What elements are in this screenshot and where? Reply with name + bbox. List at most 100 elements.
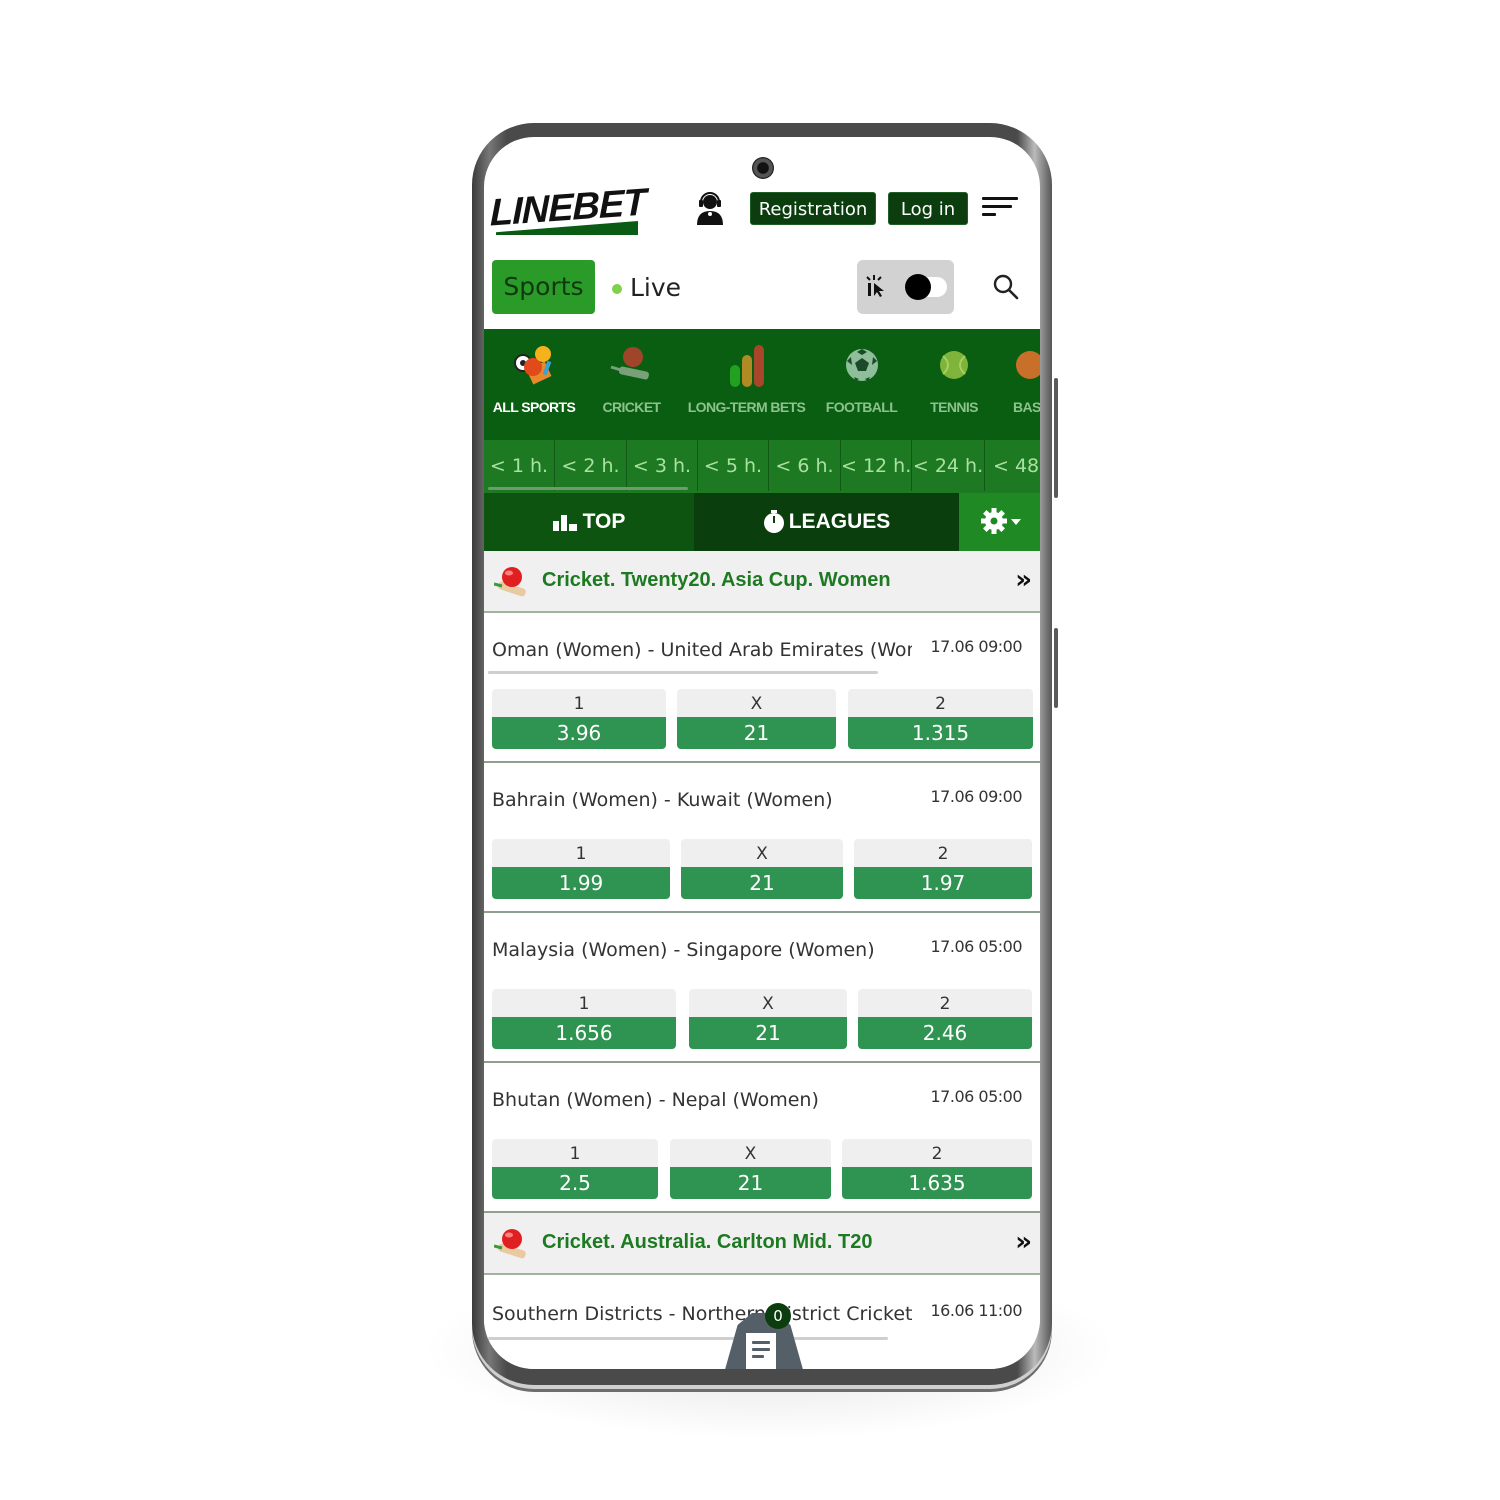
sports-tab[interactable]: Sports: [492, 260, 595, 314]
sport-label: ALL SPORTS: [492, 399, 576, 415]
odd-value: 21: [689, 1017, 847, 1049]
odd-button-1[interactable]: 1 2.5: [492, 1139, 658, 1199]
sport-item-cricket[interactable]: CRICKET: [584, 329, 679, 439]
odd-value: 1.315: [848, 717, 1033, 749]
odd-value: 3.96: [492, 717, 666, 749]
match-teams[interactable]: Bahrain (Women) - Kuwait (Women): [492, 789, 912, 811]
odd-label: 2: [858, 989, 1032, 1017]
basketball-icon: [1016, 351, 1040, 379]
odd-value: 21: [677, 717, 836, 749]
match-teams[interactable]: Malaysia (Women) - Singapore (Women): [492, 939, 912, 961]
odd-button-x[interactable]: X 21: [677, 689, 836, 749]
odd-button-2[interactable]: 2 2.46: [858, 989, 1032, 1049]
odd-button-2[interactable]: 2 1.315: [848, 689, 1033, 749]
toggle-knob: [905, 274, 931, 300]
odd-button-1[interactable]: 1 1.99: [492, 839, 670, 899]
match-teams[interactable]: Bhutan (Women) - Nepal (Women): [492, 1089, 912, 1111]
match-time: 17.06 09:00: [930, 637, 1023, 656]
linebet-logo[interactable]: LINEBET: [490, 182, 646, 235]
bet-slip-count-badge: 0: [765, 1303, 791, 1329]
double-chevron-right-icon[interactable]: »: [1015, 565, 1032, 595]
live-tab[interactable]: Live: [630, 273, 681, 302]
registration-button[interactable]: Registration: [750, 192, 876, 225]
time-filter-chip[interactable]: < 24 h.: [912, 439, 985, 491]
odd-label: 1: [492, 839, 670, 867]
time-filter-chip[interactable]: < 5 h.: [698, 439, 769, 491]
odd-value: 1.635: [842, 1167, 1032, 1199]
tab-top-label: TOP: [582, 510, 626, 533]
odd-label: X: [689, 989, 847, 1017]
match-time: 17.06 05:00: [930, 1087, 1023, 1106]
match-row[interactable]: Bhutan (Women) - Nepal (Women) 17.06 05:…: [484, 1063, 1040, 1213]
hamburger-menu-icon[interactable]: [982, 197, 1018, 221]
odd-button-x[interactable]: X 21: [689, 989, 847, 1049]
odd-button-x[interactable]: X 21: [670, 1139, 831, 1199]
trophy-stopwatch-icon: [763, 510, 784, 534]
time-filter-chip[interactable]: < 2 h.: [555, 439, 627, 491]
sport-item-tennis[interactable]: TENNIS: [909, 329, 999, 439]
sport-label: LONG-TERM BETS: [687, 399, 806, 415]
all-sports-icon: [514, 346, 552, 385]
click-mode-toggle[interactable]: [857, 260, 954, 314]
tab-top[interactable]: TOP: [484, 493, 694, 551]
odd-button-2[interactable]: 2 1.97: [854, 839, 1032, 899]
match-time: 16.06 11:00: [930, 1301, 1023, 1320]
sport-label: FOOTBALL: [825, 399, 898, 415]
match-teams[interactable]: Southern Districts - Northern District C…: [492, 1303, 912, 1325]
match-time: 17.06 05:00: [930, 937, 1023, 956]
time-filter-chip[interactable]: < 48 h: [985, 439, 1040, 491]
league-header[interactable]: Cricket. Twenty20. Asia Cup. Women »: [484, 551, 1040, 613]
time-filter-chip[interactable]: < 12 h.: [841, 439, 912, 491]
sport-item-long-term-bets[interactable]: LONG-TERM BETS: [679, 329, 814, 439]
time-filter-chip[interactable]: < 3 h.: [627, 439, 698, 491]
bet-slip-icon[interactable]: [746, 1333, 776, 1369]
league-header[interactable]: Cricket. Australia. Carlton Mid. T20 »: [484, 1213, 1040, 1275]
live-indicator-dot: [612, 284, 622, 294]
odd-label: 2: [854, 839, 1032, 867]
odd-label: X: [677, 689, 836, 717]
football-icon: [845, 349, 878, 381]
sports-category-nav: ALL SPORTS CRICKET LONG-TERM BETS FOOTBA…: [484, 329, 1040, 439]
match-time: 17.06 09:00: [930, 787, 1023, 806]
odd-value: 21: [670, 1167, 831, 1199]
view-tabs: TOP LEAGUES: [484, 493, 1040, 551]
match-row[interactable]: Oman (Women) - United Arab Emirates (Wom…: [484, 613, 1040, 763]
match-teams[interactable]: Oman (Women) - United Arab Emirates (Wom: [492, 639, 912, 661]
cricket-ball-bat-icon: [494, 1229, 526, 1259]
odd-label: X: [681, 839, 843, 867]
volume-button: [1054, 378, 1058, 498]
double-chevron-right-icon[interactable]: »: [1015, 1227, 1032, 1257]
text-scroll-indicator: [488, 1337, 888, 1340]
match-row[interactable]: Malaysia (Women) - Singapore (Women) 17.…: [484, 913, 1040, 1063]
odd-value: 21: [681, 867, 843, 899]
odd-button-x[interactable]: X 21: [681, 839, 843, 899]
odd-value: 2.46: [858, 1017, 1032, 1049]
match-row[interactable]: Bahrain (Women) - Kuwait (Women) 17.06 0…: [484, 763, 1040, 913]
search-icon[interactable]: [992, 273, 1020, 301]
bar-chart-icon: [552, 515, 577, 532]
sport-label: BAS: [1013, 399, 1040, 415]
phone-frame: LINEBET Registration Log in Sports Live: [472, 123, 1058, 1385]
odd-button-2[interactable]: 2 1.635: [842, 1139, 1032, 1199]
horizontal-scroll-indicator[interactable]: [488, 487, 688, 490]
sport-item-all-sports[interactable]: ALL SPORTS: [484, 329, 584, 439]
time-filter-chip[interactable]: < 6 h.: [769, 439, 841, 491]
league-title: Cricket. Twenty20. Asia Cup. Women: [542, 569, 891, 591]
phone-screen: LINEBET Registration Log in Sports Live: [484, 137, 1040, 1369]
odd-button-1[interactable]: 1 3.96: [492, 689, 666, 749]
sport-label: CRICKET: [602, 399, 661, 415]
odd-label: 1: [492, 989, 676, 1017]
sport-item-football[interactable]: FOOTBALL: [814, 329, 909, 439]
headset-support-icon[interactable]: [694, 189, 726, 225]
odd-button-1[interactable]: 1 1.656: [492, 989, 676, 1049]
sport-item-basketball[interactable]: BAS: [999, 329, 1040, 439]
time-filter-chip[interactable]: < 1 h.: [484, 439, 555, 491]
sport-label: TENNIS: [930, 399, 978, 415]
league-title: Cricket. Australia. Carlton Mid. T20: [542, 1231, 873, 1253]
odd-label: 1: [492, 1139, 658, 1167]
cricket-ball-bat-icon: [494, 567, 526, 597]
login-button[interactable]: Log in: [888, 192, 968, 225]
power-button: [1054, 628, 1058, 708]
settings-dropdown-button[interactable]: [959, 493, 1040, 551]
tab-leagues[interactable]: LEAGUES: [694, 493, 959, 551]
